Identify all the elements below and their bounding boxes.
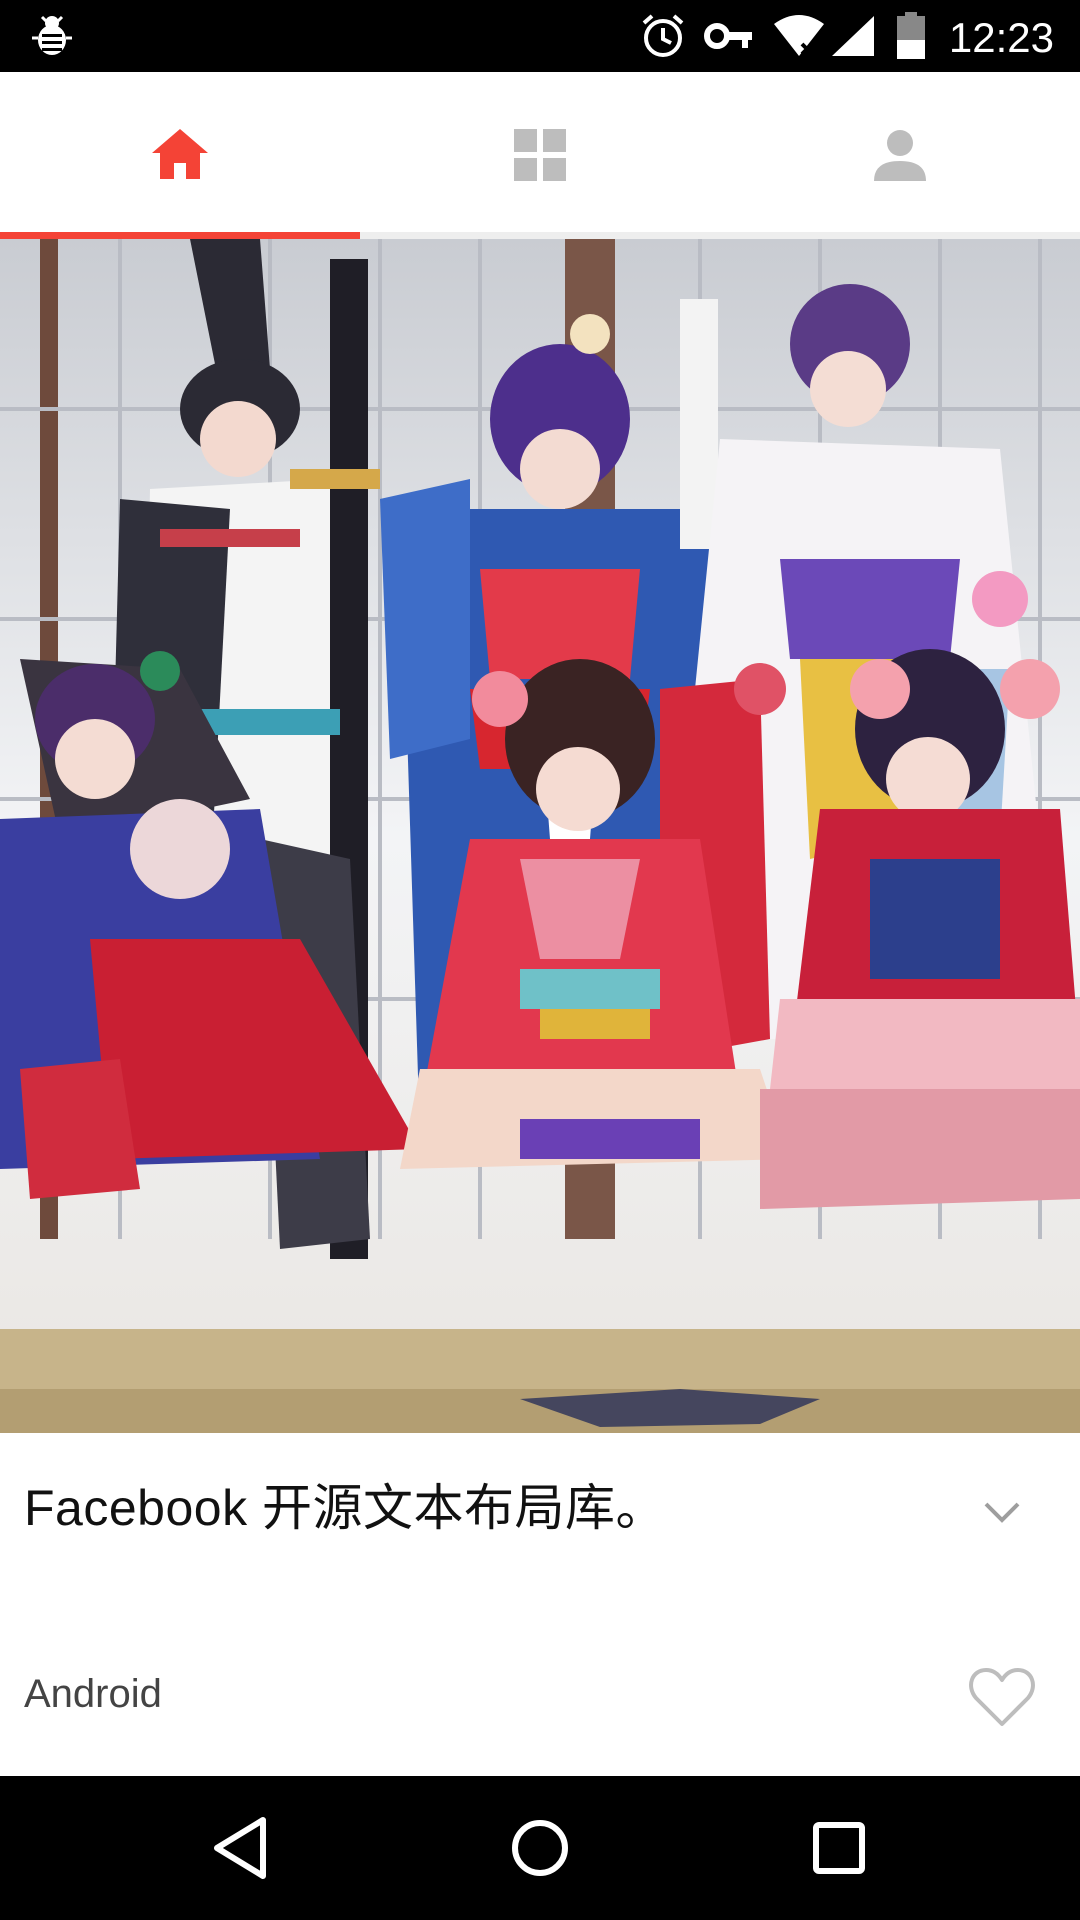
home-icon (152, 129, 208, 179)
recents-icon[interactable] (803, 1812, 875, 1884)
tab-home[interactable] (0, 72, 360, 238)
card-image[interactable] (0, 239, 1080, 1433)
signal-icon (832, 16, 874, 56)
cosplay-group-photo (0, 239, 1080, 1433)
vpn-key-icon (704, 23, 752, 49)
tab-bar (0, 72, 1080, 238)
navigation-bar (0, 1776, 1080, 1920)
back-icon[interactable] (205, 1812, 277, 1884)
tab-profile[interactable] (720, 72, 1080, 238)
alarm-icon (642, 14, 684, 57)
home-circle-icon[interactable] (504, 1812, 576, 1884)
tab-indicator (0, 232, 360, 239)
grid-icon (514, 129, 566, 181)
battery-icon (897, 12, 925, 59)
heart-outline-icon[interactable] (968, 1666, 1036, 1728)
wifi-off-icon (774, 15, 824, 56)
card-tag: Android (24, 1672, 162, 1716)
status-time: 12:23 (948, 14, 1054, 61)
person-icon (874, 130, 926, 181)
status-bar: 12:23 (0, 0, 1080, 72)
debug-bug-icon (32, 15, 72, 55)
card-title: Facebook 开源文本布局库。 (24, 1480, 666, 1536)
tab-dashboard[interactable] (360, 72, 720, 238)
chevron-down-icon[interactable] (978, 1492, 1026, 1532)
